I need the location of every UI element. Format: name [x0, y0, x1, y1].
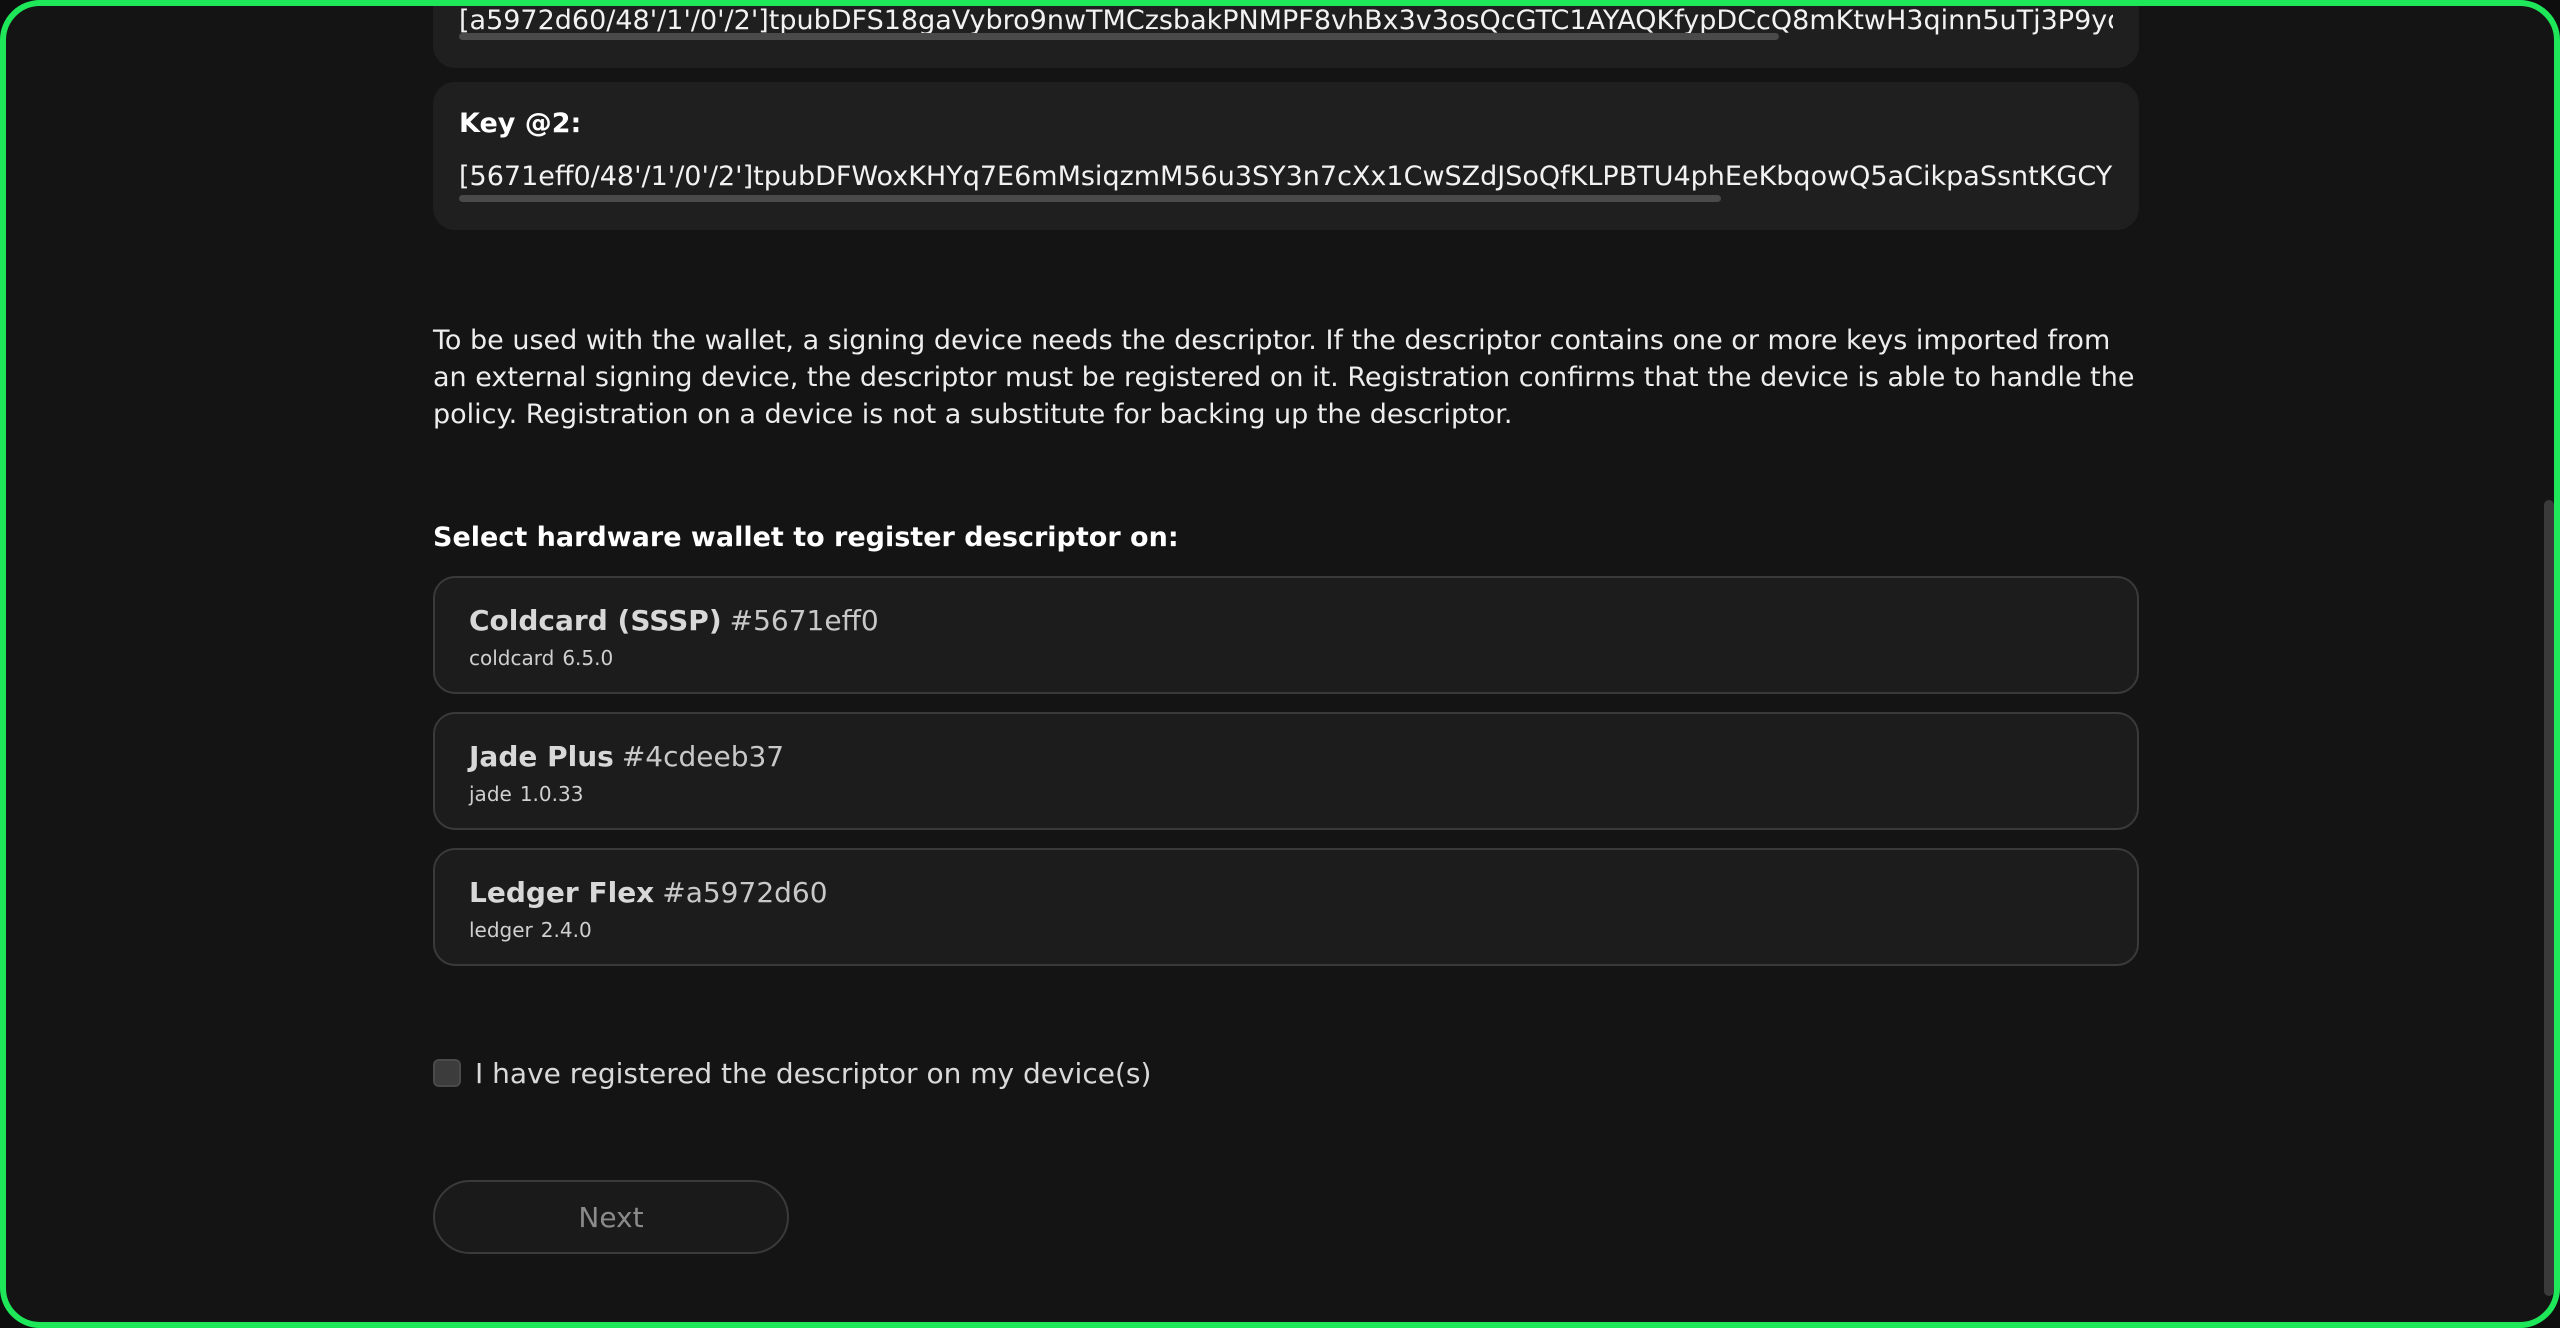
device-fingerprint: #a5972d60 [662, 876, 828, 909]
window-frame: [a5972d60/48'/1'/0'/2']tpubDFS18gaVybro9… [0, 0, 2560, 1328]
device-header: Ledger Flex #a5972d60 [469, 876, 828, 909]
registered-checkbox-label[interactable]: I have registered the descriptor on my d… [475, 1057, 1151, 1090]
device-name: Ledger Flex [469, 876, 655, 909]
device-details: coldcard 6.5.0 [469, 646, 613, 670]
key-label-2: Key @2: [459, 108, 582, 139]
device-kind: coldcard [469, 646, 555, 670]
key-card-2: Key @2: [5671eff0/48'/1'/0'/2']tpubDFWox… [433, 82, 2139, 230]
key-value-2[interactable]: [5671eff0/48'/1'/0'/2']tpubDFWoxKHYq7E6m… [459, 162, 2113, 192]
device-header: Jade Plus #4cdeeb37 [469, 740, 784, 773]
key-value-1[interactable]: [a5972d60/48'/1'/0'/2']tpubDFS18gaVybro9… [459, 6, 2113, 36]
select-hardware-wallet-title: Select hardware wallet to register descr… [433, 522, 1179, 553]
device-details: ledger 2.4.0 [469, 918, 592, 942]
device-version: 1.0.33 [519, 782, 584, 806]
next-button[interactable]: Next [433, 1180, 789, 1254]
device-fingerprint: #5671eff0 [729, 604, 879, 637]
key-2-scrollbar[interactable] [459, 195, 1721, 202]
device-header: Coldcard (SSSP) #5671eff0 [469, 604, 879, 637]
key-card-1: [a5972d60/48'/1'/0'/2']tpubDFS18gaVybro9… [433, 6, 2139, 68]
registered-confirmation[interactable]: I have registered the descriptor on my d… [433, 1056, 1151, 1090]
device-name: Jade Plus [469, 740, 614, 773]
page-scrollbar[interactable] [2544, 500, 2554, 1296]
device-version: 6.5.0 [562, 646, 614, 670]
device-option-coldcard[interactable]: Coldcard (SSSP) #5671eff0 coldcard 6.5.0 [433, 576, 2139, 694]
device-option-ledger[interactable]: Ledger Flex #a5972d60 ledger 2.4.0 [433, 848, 2139, 966]
registration-description: To be used with the wallet, a signing de… [433, 325, 2135, 430]
device-details: jade 1.0.33 [469, 782, 583, 806]
device-kind: jade [469, 782, 512, 806]
key-1-scrollbar[interactable] [459, 33, 1779, 40]
device-name: Coldcard (SSSP) [469, 604, 722, 637]
device-fingerprint: #4cdeeb37 [621, 740, 785, 773]
device-version: 2.4.0 [540, 918, 592, 942]
device-option-jade[interactable]: Jade Plus #4cdeeb37 jade 1.0.33 [433, 712, 2139, 830]
registered-checkbox[interactable] [433, 1059, 461, 1087]
device-kind: ledger [469, 918, 533, 942]
